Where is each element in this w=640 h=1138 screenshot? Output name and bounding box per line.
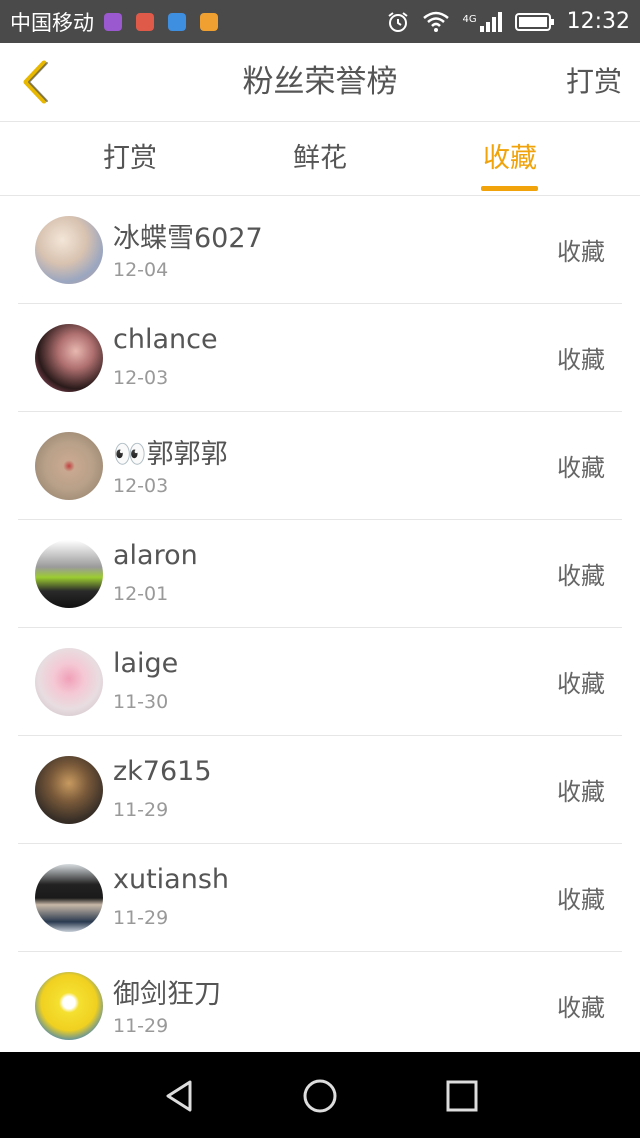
fan-name: chlance — [113, 324, 218, 355]
avatar — [35, 540, 103, 608]
fan-name: xutiansh — [113, 864, 230, 895]
action-label: 收藏 — [557, 562, 605, 590]
fan-name: 冰蝶雪6027 — [113, 223, 263, 254]
fan-date: 12-03 — [113, 367, 169, 389]
system-nav-bar — [0, 1052, 640, 1138]
reward-button[interactable]: 打赏 — [566, 43, 622, 121]
action-label: 收藏 — [557, 454, 605, 482]
app-notification-icon — [136, 12, 154, 31]
nav-home-button[interactable] — [300, 1076, 340, 1116]
app-notification-icon — [200, 12, 218, 31]
app-notification-icon — [104, 12, 122, 31]
avatar — [35, 216, 103, 284]
fan-date: 12-04 — [113, 259, 169, 281]
tab-favorites[interactable]: 收藏 — [450, 122, 570, 195]
avatar — [35, 864, 103, 932]
status-bar: 中国移动 4G 12:32 — [0, 0, 640, 43]
wifi-app-icon — [168, 12, 186, 31]
nav-back-button[interactable] — [160, 1076, 200, 1116]
fan-date: 11-29 — [113, 799, 169, 821]
clock: 12:32 — [566, 9, 630, 34]
fan-name: alaron — [113, 540, 198, 571]
avatar — [35, 432, 103, 500]
active-tab-indicator — [481, 186, 538, 191]
avatar — [35, 972, 103, 1040]
fan-name: 👀郭郭郭 — [113, 439, 228, 470]
action-label: 收藏 — [557, 238, 605, 266]
alarm-icon — [388, 11, 409, 32]
signal-icon — [479, 11, 502, 32]
action-label: 收藏 — [557, 994, 605, 1022]
list-item[interactable]: laige 11-30 收藏 — [18, 628, 622, 736]
avatar — [35, 648, 103, 716]
list-item[interactable]: 冰蝶雪6027 12-04 收藏 — [18, 196, 622, 304]
tab-flowers[interactable]: 鲜花 — [260, 122, 380, 195]
action-label: 收藏 — [557, 886, 605, 914]
list-item[interactable]: 御剑狂刀 11-29 收藏 — [18, 952, 622, 1060]
nav-recents-button[interactable] — [442, 1076, 482, 1116]
chevron-left-icon — [23, 60, 48, 104]
fan-date: 11-29 — [113, 1015, 169, 1037]
header: 粉丝荣誉榜 打赏 — [0, 43, 640, 122]
square-recents-icon — [446, 1080, 478, 1112]
back-button[interactable] — [14, 57, 58, 107]
network-type-label: 4G — [462, 14, 477, 25]
wifi-icon — [423, 11, 450, 32]
battery-icon — [514, 12, 554, 31]
list-item[interactable]: chlance 12-03 收藏 — [18, 304, 622, 412]
avatar — [35, 756, 103, 824]
fan-date: 12-01 — [113, 583, 169, 605]
fan-date: 12-03 — [113, 475, 169, 497]
tab-bar: 打赏 鲜花 收藏 — [0, 122, 640, 196]
carrier-label: 中国移动 — [10, 10, 94, 35]
fan-date: 11-29 — [113, 907, 169, 929]
list-item[interactable]: zk7615 11-29 收藏 — [18, 736, 622, 844]
circle-home-icon — [303, 1079, 337, 1113]
list-item[interactable]: alaron 12-01 收藏 — [18, 520, 622, 628]
avatar — [35, 324, 103, 392]
fan-name: zk7615 — [113, 756, 212, 787]
action-label: 收藏 — [557, 778, 605, 806]
triangle-back-icon — [166, 1080, 192, 1112]
action-label: 收藏 — [557, 346, 605, 374]
page-title: 粉丝荣誉榜 — [242, 64, 398, 100]
action-label: 收藏 — [557, 670, 605, 698]
list-item[interactable]: xutiansh 11-29 收藏 — [18, 844, 622, 952]
tab-reward[interactable]: 打赏 — [70, 122, 190, 195]
fan-list: 冰蝶雪6027 12-04 收藏 chlance 12-03 收藏 👀郭郭郭 1… — [0, 196, 640, 1060]
fan-name: laige — [113, 648, 179, 679]
list-item[interactable]: 👀郭郭郭 12-03 收藏 — [18, 412, 622, 520]
fan-name: 御剑狂刀 — [113, 979, 221, 1010]
fan-date: 11-30 — [113, 691, 169, 713]
